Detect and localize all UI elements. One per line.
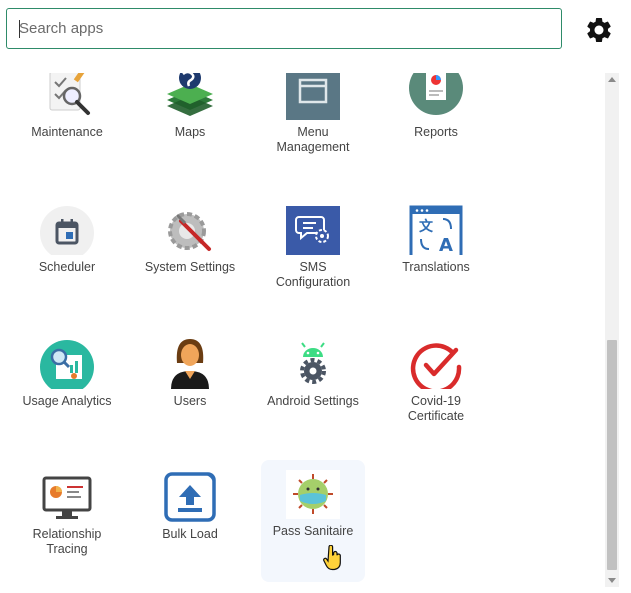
app-label: Maps — [174, 125, 206, 139]
app-tile-sms-configuration[interactable]: SMS Configuration — [261, 196, 365, 318]
app-label: Maintenance — [31, 125, 103, 139]
app-tile-maintenance[interactable]: Maintenance — [15, 73, 119, 183]
app-tile-android-settings[interactable]: Android Settings — [261, 330, 365, 452]
app-label: Android Settings — [267, 394, 359, 408]
app-label: Scheduler — [38, 260, 96, 274]
app-label: SMS Configuration — [275, 260, 351, 289]
app-tile-menu-management[interactable]: Menu Management — [261, 73, 365, 183]
app-label: Relationship Tracing — [32, 527, 102, 556]
android-icon — [300, 342, 326, 384]
sms-configuration-icon — [286, 206, 340, 255]
analytics-icon — [40, 340, 94, 389]
menu-management-icon — [286, 73, 340, 120]
svg-text:文: 文 — [419, 218, 434, 235]
app-label: Pass Sanitaire — [272, 524, 354, 538]
maintenance-icon — [49, 73, 90, 115]
upload-icon — [164, 472, 216, 522]
hand-pointer-cursor-icon — [323, 545, 341, 571]
maps-icon — [167, 73, 213, 116]
text-caret — [19, 20, 20, 38]
app-tile-translations[interactable]: 文 A Translations — [384, 196, 488, 318]
app-label: Menu Management — [276, 125, 350, 154]
scroll-up-arrow-icon[interactable] — [608, 77, 616, 82]
search-input[interactable] — [7, 9, 561, 48]
app-label: Covid-19 Certificate — [407, 394, 465, 423]
user-icon — [171, 339, 209, 389]
virus-mask-icon — [286, 470, 340, 519]
app-label: System Settings — [144, 260, 236, 274]
checkmark-icon — [410, 343, 462, 389]
scrollbar-thumb[interactable] — [607, 340, 617, 570]
vertical-scrollbar[interactable] — [605, 73, 619, 587]
app-tile-bulk-load[interactable]: Bulk Load — [138, 463, 242, 585]
svg-text:A: A — [439, 235, 453, 255]
calendar-icon — [40, 206, 94, 255]
app-label: Translations — [402, 260, 470, 274]
relationship-tracing-icon — [42, 476, 92, 519]
scroll-down-arrow-icon[interactable] — [608, 578, 616, 583]
app-label: Bulk Load — [162, 527, 218, 541]
reports-icon — [409, 73, 463, 115]
translations-icon: 文 A — [409, 205, 463, 255]
app-tile-relationship-tracing[interactable]: Relationship Tracing — [15, 463, 119, 585]
app-tile-pass-sanitaire[interactable]: Pass Sanitaire — [261, 460, 365, 582]
system-settings-icon — [168, 212, 211, 251]
app-tile-system-settings[interactable]: System Settings — [138, 196, 242, 318]
search-box[interactable] — [6, 8, 562, 49]
app-grid: Maintenance Maps Menu Management Reports… — [0, 73, 605, 593]
app-tile-users[interactable]: Users — [138, 330, 242, 452]
app-tile-usage-analytics[interactable]: Usage Analytics — [15, 330, 119, 452]
app-tile-scheduler[interactable]: Scheduler — [15, 196, 119, 318]
app-tile-reports[interactable]: Reports — [384, 73, 488, 183]
app-label: Usage Analytics — [22, 394, 112, 408]
gear-icon[interactable] — [584, 15, 614, 45]
app-tile-covid-certificate[interactable]: Covid-19 Certificate — [384, 330, 488, 452]
app-label: Reports — [414, 125, 458, 139]
app-tile-maps[interactable]: Maps — [138, 73, 242, 183]
app-label: Users — [173, 394, 207, 408]
